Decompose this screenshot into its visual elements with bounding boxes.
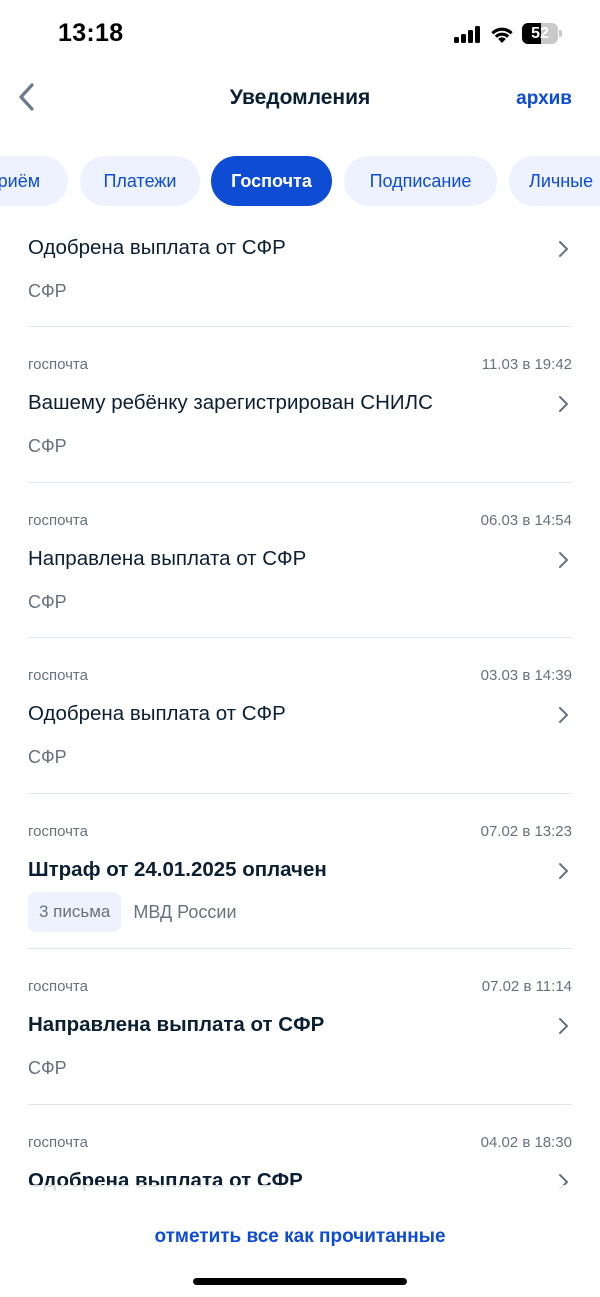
notification-item[interactable]: госпочта 07.02 в 11:14 Направлена выплат… [28, 949, 572, 1105]
notification-title: Направлена выплата от СФР [28, 1013, 325, 1036]
status-bar: 13:18 52 [0, 0, 600, 70]
notification-source: госпочта [28, 512, 88, 529]
tab-priem[interactable]: приём [0, 156, 68, 206]
notification-source: госпочта [28, 356, 88, 373]
notification-source: госпочта [28, 1134, 88, 1151]
page-title: Уведомления [229, 86, 371, 109]
notification-sender: СФР [28, 592, 67, 612]
notification-item[interactable]: госпочта 11.03 в 19:42 Вашему ребёнку за… [28, 327, 572, 483]
status-time: 13:18 [58, 19, 124, 47]
notification-sender: СФР [28, 1058, 67, 1078]
chevron-right-icon [559, 552, 568, 568]
tab-gospochta[interactable]: Госпочта [211, 156, 332, 206]
wifi-icon [491, 27, 513, 43]
notification-date: 04.02 в 18:30 [480, 1134, 572, 1151]
cellular-signal-icon [454, 26, 482, 43]
mark-all-read-button[interactable]: отметить все как прочитанные [0, 1226, 600, 1248]
archive-link[interactable]: архив [516, 88, 572, 110]
notification-title: Одобрена выплата от СФР [28, 702, 286, 725]
notification-item[interactable]: госпочта 03.03 в 14:39 Одобрена выплата … [28, 638, 572, 794]
battery-icon: 52 [522, 23, 562, 44]
notification-date: 06.03 в 14:54 [480, 512, 572, 529]
battery-level: 52 [531, 25, 549, 42]
notification-date: 11.03 в 19:42 [481, 356, 572, 373]
notification-title: Штраф от 24.01.2025 оплачен [28, 858, 327, 881]
chevron-right-icon [559, 396, 568, 412]
notification-date: 07.02 в 11:14 [481, 978, 572, 995]
notification-source: госпочта [28, 978, 88, 995]
notification-item[interactable]: госпочта 06.03 в 14:54 Направлена выплат… [28, 483, 572, 638]
category-tabs: приём Платежи Госпочта Подписание Личные [0, 156, 600, 206]
chevron-right-icon [559, 241, 568, 257]
chevron-right-icon [559, 707, 568, 723]
notification-sender: СФР [28, 747, 67, 767]
notification-sender: СФР [28, 281, 67, 301]
notification-title: Вашему ребёнку зарегистрирован СНИЛС [28, 391, 433, 414]
notification-list: Одобрена выплата от СФР СФР госпочта 11.… [28, 216, 572, 1215]
notification-title: Одобрена выплата от СФР [28, 236, 286, 259]
notification-title: Направлена выплата от СФР [28, 547, 307, 570]
navigation-bar: Уведомления архив [0, 70, 600, 130]
tab-payments[interactable]: Платежи [80, 156, 200, 206]
notification-source: госпочта [28, 667, 88, 684]
notification-sender: МВД России [133, 902, 237, 922]
notification-item[interactable]: госпочта 07.02 в 13:23 Штраф от 24.01.20… [28, 794, 572, 949]
notification-item[interactable]: Одобрена выплата от СФР СФР [28, 216, 572, 327]
notification-source: госпочта [28, 823, 88, 840]
tab-personal[interactable]: Личные [509, 156, 600, 206]
tab-signing[interactable]: Подписание [344, 156, 497, 206]
notification-date: 07.02 в 13:23 [480, 823, 572, 840]
chevron-right-icon [559, 863, 568, 879]
letters-count-badge: 3 письма [28, 892, 122, 932]
notification-sender: СФР [28, 436, 67, 456]
chevron-right-icon [559, 1018, 568, 1034]
notification-date: 03.03 в 14:39 [480, 667, 572, 684]
home-indicator[interactable] [193, 1278, 407, 1285]
